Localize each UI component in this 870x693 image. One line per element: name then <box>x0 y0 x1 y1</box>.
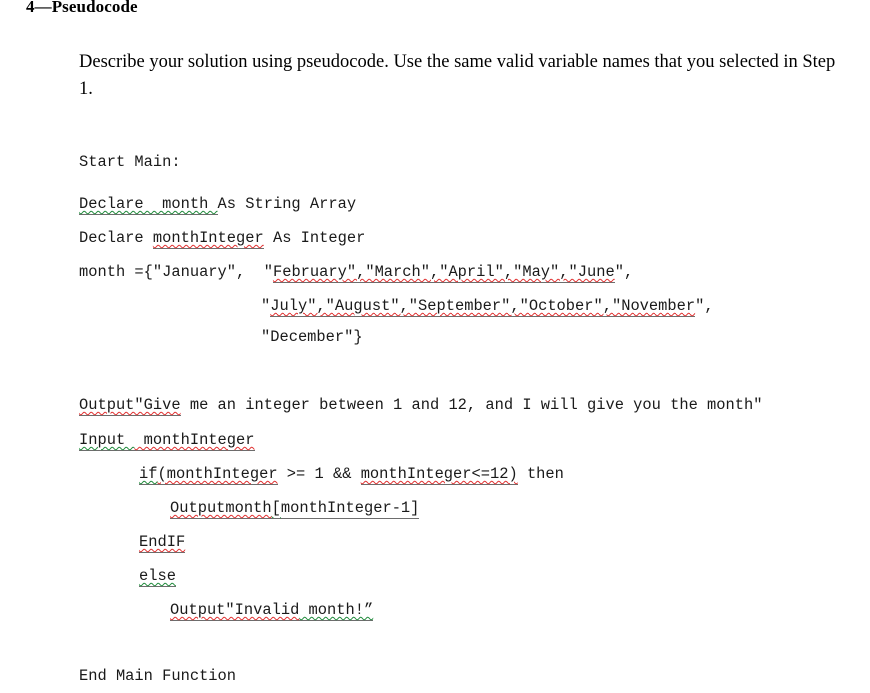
code-segment: Declare <box>79 229 153 247</box>
code-segment: month!” <box>299 601 374 621</box>
code-segment: Output"Give <box>79 396 181 416</box>
code-line-blank-1 <box>79 352 88 386</box>
code-segment: As Integer <box>263 229 366 247</box>
code-line-input-monthinteger: Input monthInteger <box>79 423 255 457</box>
code-segment: Start Main: <box>79 153 181 171</box>
code-segment: EndIF <box>139 533 186 553</box>
code-segment: month ={"January", " <box>79 263 273 281</box>
code-line-output-prompt: Output"Give me an integer between 1 and … <box>79 388 762 422</box>
code-segment: [ <box>271 499 281 519</box>
page-title: 4—Pseudocode <box>26 0 138 16</box>
code-segment: " <box>261 297 271 315</box>
code-segment: (monthInteger <box>157 465 278 485</box>
code-segment: Input <box>79 431 135 451</box>
document-page: 4—Pseudocode Describe your solution usin… <box>0 0 870 685</box>
code-segment: Declare month <box>79 195 218 215</box>
code-line-end-main: End Main Function <box>79 659 236 693</box>
code-line-month-array-3: "December"} <box>261 320 363 354</box>
code-line-month-array-2: "July","August","September","October","N… <box>261 289 714 323</box>
code-segment: monthInteger <box>152 229 264 249</box>
code-segment: "December"} <box>261 328 363 346</box>
code-segment: monthInteger-1] <box>280 499 420 519</box>
code-line-output-invalid: Output"Invalid month!” <box>170 593 374 627</box>
code-line-declare-monthinteger: Declare monthInteger As Integer <box>79 221 365 255</box>
code-line-declare-month: Declare month As String Array <box>79 187 356 221</box>
code-line-else: else <box>139 559 176 593</box>
code-line-if-condition: if(monthInteger >= 1 && monthInteger<=12… <box>139 457 564 491</box>
code-segment: ", <box>695 297 714 315</box>
code-segment: monthInteger<=12) <box>360 465 518 485</box>
code-segment: if <box>139 465 158 485</box>
code-segment: >= 1 && <box>277 465 361 483</box>
code-segment: Output"Invalid <box>170 601 300 621</box>
code-segment: else <box>139 567 176 587</box>
code-segment: July","August","September","October","No… <box>270 297 696 317</box>
code-segment: ", <box>614 263 634 281</box>
code-line-output-month: Outputmonth[monthInteger-1] <box>170 491 420 525</box>
code-line-endif: EndIF <box>139 525 186 559</box>
code-segment: Outputmonth <box>170 499 272 519</box>
code-segment: End Main Function <box>79 667 237 685</box>
instruction-paragraph: Describe your solution using pseudocode.… <box>79 51 836 99</box>
code-line-start-main: Start Main: <box>79 145 181 179</box>
code-line-blank-2 <box>79 627 88 661</box>
code-line-month-array-1: month ={"January", "February","March","A… <box>79 255 633 289</box>
code-segment: me an integer between 1 and 12, and I wi… <box>180 396 763 414</box>
code-segment: then <box>517 465 564 483</box>
code-segment: As String Array <box>217 195 357 213</box>
code-segment: February","March","April","May","June <box>272 263 615 283</box>
code-segment: monthInteger <box>134 431 255 451</box>
